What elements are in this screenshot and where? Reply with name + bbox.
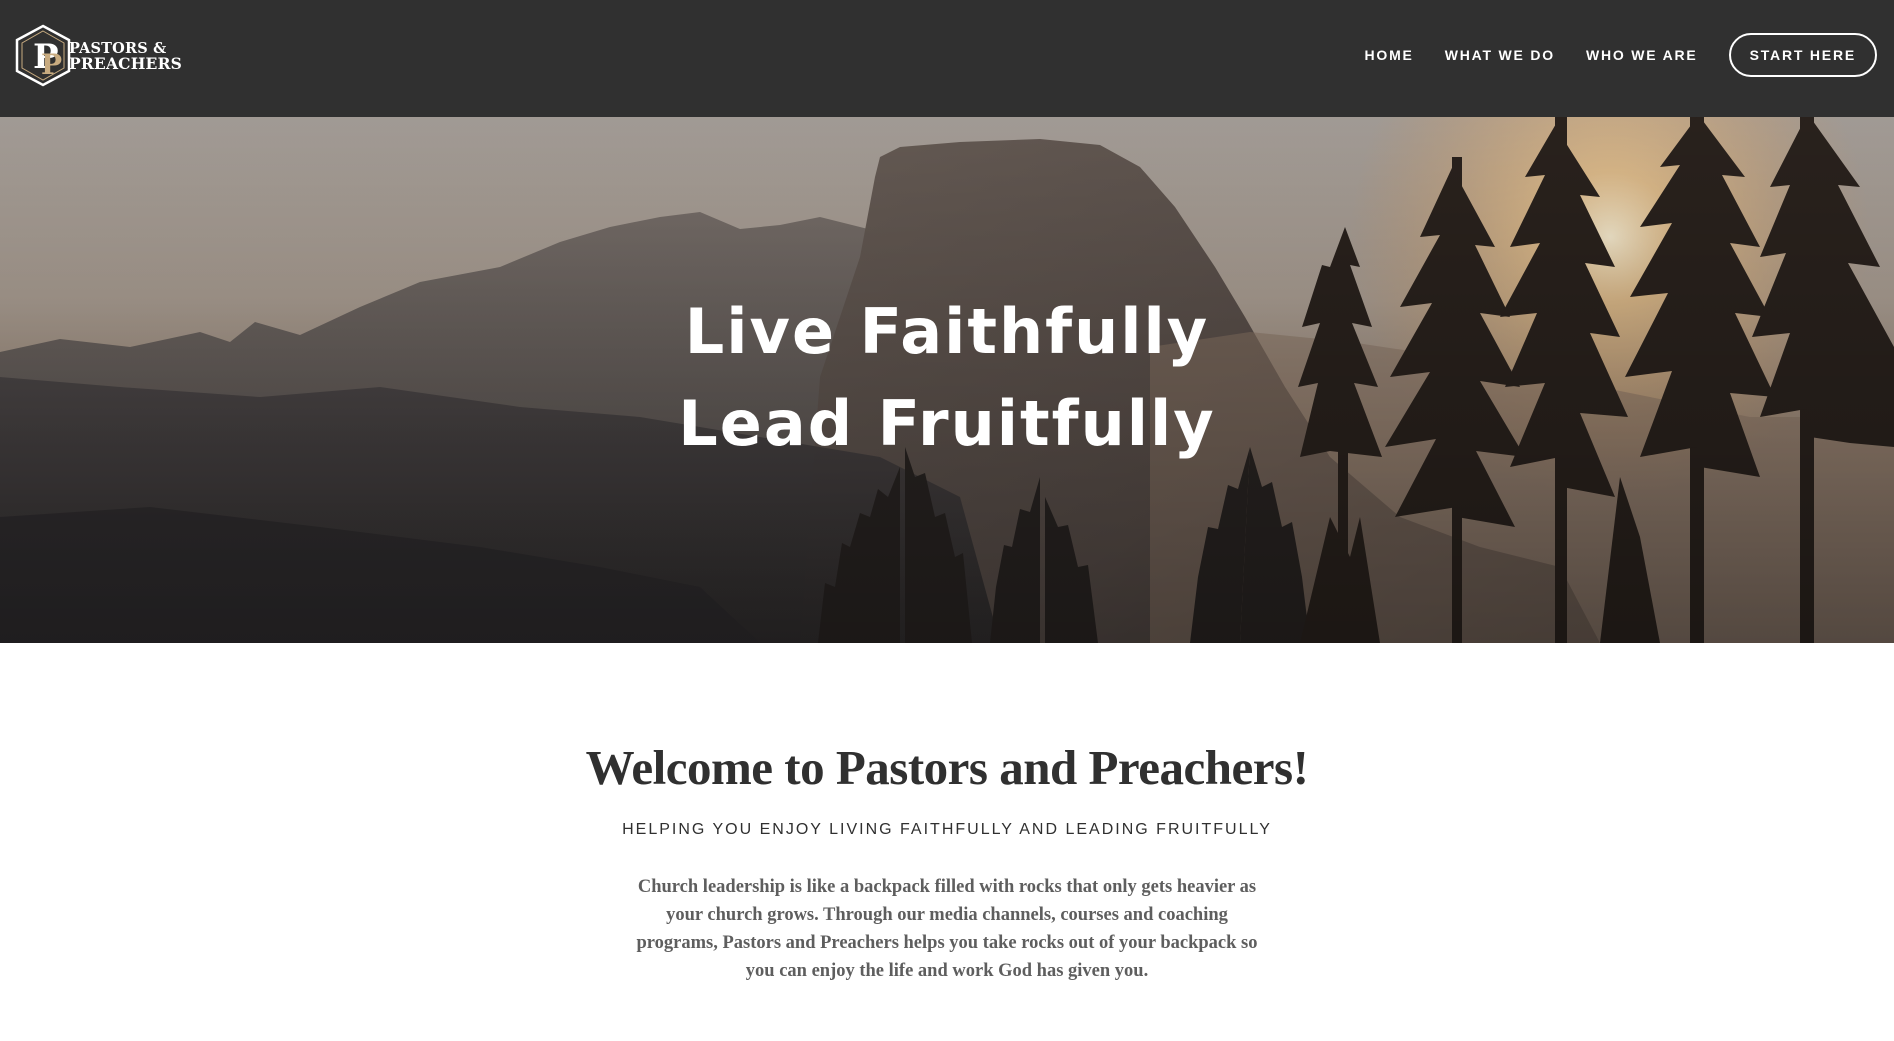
start-here-button[interactable]: START HERE (1728, 33, 1877, 77)
logo-wordmark: PASTORS & PREACHERS (69, 41, 182, 71)
hero-mountain-image (0, 117, 1894, 643)
intro-paragraph: Church leadership is like a backpack fil… (636, 877, 1258, 981)
welcome-heading: Welcome to Pastors and Preachers! (585, 740, 1309, 795)
logo-hexagon-icon: P P (15, 24, 71, 87)
main-nav: HOME WHAT WE DO WHO WE ARE START HERE (1365, 0, 1877, 110)
hero-headline-line-1: Live Faithfully (684, 295, 1210, 368)
svg-text:P: P (41, 48, 62, 81)
nav-what-we-do-link[interactable]: WHAT WE DO (1445, 47, 1555, 63)
hero-banner: Live Faithfully Lead Fruitfully (0, 117, 1894, 643)
intro-section: Welcome to Pastors and Preachers! HELPIN… (0, 643, 1894, 1041)
logo-line-2: PREACHERS (69, 54, 183, 73)
nav-home-link[interactable]: HOME (1365, 47, 1414, 63)
nav-who-we-are-link[interactable]: WHO WE ARE (1586, 47, 1698, 63)
hero-headline-line-2: Lead Fruitfully (678, 387, 1216, 460)
site-logo[interactable]: P P PASTORS & PREACHERS (15, 24, 182, 88)
site-header: P P PASTORS & PREACHERS HOME WHAT WE DO … (0, 0, 1894, 117)
tagline: HELPING YOU ENJOY LIVING FAITHFULLY AND … (622, 821, 1272, 838)
